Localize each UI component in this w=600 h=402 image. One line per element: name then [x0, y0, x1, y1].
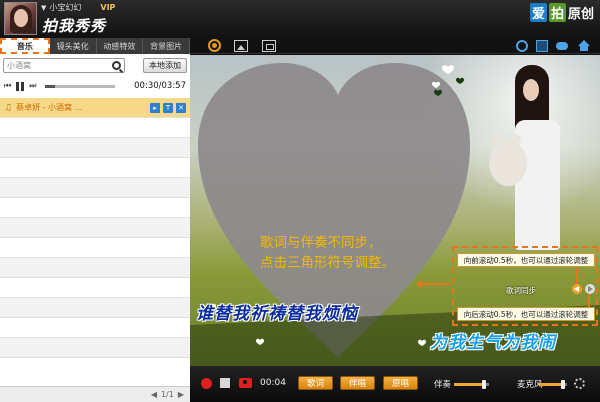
- local-add-button[interactable]: 本地添加: [143, 57, 187, 73]
- title-bar: ▼ 小宝幻幻 VIP 拍我秀秀 爱 拍 原创: [0, 0, 600, 38]
- stop-icon[interactable]: [220, 378, 230, 388]
- empty-row: [0, 218, 190, 238]
- annotation-line-1: 歌词与伴奏不同步，: [260, 235, 382, 251]
- watermark-part2: 拍: [548, 3, 566, 22]
- watermark-part1: 爱: [529, 3, 547, 22]
- accompaniment-volume-fill: [454, 383, 484, 386]
- mini-player: ⏮ ⏭ 00:30/03:57: [0, 76, 190, 96]
- annotation-arrow-head: [416, 280, 422, 288]
- lyric-sync-label: 歌词同步: [506, 286, 536, 295]
- page-next-icon[interactable]: ▶: [178, 390, 184, 399]
- empty-row: [0, 338, 190, 358]
- home-icon[interactable]: [578, 40, 590, 52]
- panel-tabs: 音乐 镜头美化 动感特效 背景图片: [0, 38, 190, 54]
- tooltip-backward: 向后滚动0.5秒，也可以通过滚轮调整: [457, 307, 595, 321]
- next-icon[interactable]: ⏭: [29, 81, 36, 91]
- sync-forward-button[interactable]: [585, 284, 595, 294]
- username: 小宝幻幻: [49, 3, 82, 12]
- empty-row: [0, 138, 190, 158]
- accompaniment-volume-label: 伴奏: [434, 380, 452, 390]
- lyrics-button[interactable]: 歌词: [298, 376, 333, 390]
- empty-row: [0, 258, 190, 278]
- lyric-sync-panel: 向前滚动0.5秒，也可以通过滚轮调整 歌词同步 向后滚动0.5秒，也可以通过滚轮…: [452, 246, 598, 326]
- frame-icon[interactable]: [262, 40, 276, 52]
- watermark-part3: 原创: [567, 7, 594, 22]
- search-input[interactable]: [4, 58, 104, 72]
- empty-row: [0, 158, 190, 178]
- empty-row: [0, 118, 190, 138]
- annotation-line-2: 点击三角形符号调整。: [260, 255, 395, 271]
- tab-background-image[interactable]: 背景图片: [143, 38, 190, 54]
- music-panel: 音乐 镜头美化 动感特效 背景图片 本地添加 ⏮ ⏭ 00:30/03:57 ♫…: [0, 38, 190, 402]
- watermark-logo: 爱 拍 原创: [529, 3, 594, 22]
- connector-line: [576, 268, 578, 284]
- microphone-volume-knob[interactable]: [560, 380, 565, 389]
- accompaniment-volume-slider[interactable]: [454, 380, 489, 389]
- photo-icon[interactable]: [234, 40, 248, 52]
- search-icon[interactable]: [112, 60, 121, 70]
- song-item[interactable]: ♫ 蔡卓妍 - 小酒窝 ... ▸ T ✕: [0, 98, 190, 118]
- chevron-down-icon[interactable]: ▼: [41, 4, 46, 12]
- empty-row: [0, 238, 190, 258]
- accompaniment-volume-knob[interactable]: [481, 380, 486, 389]
- tab-music[interactable]: 音乐: [0, 38, 50, 54]
- vip-badge: VIP: [100, 3, 116, 12]
- playback-time: 00:30/03:57: [134, 81, 186, 91]
- tooltip-forward: 向前滚动0.5秒，也可以通过滚轮调整: [457, 253, 595, 267]
- pagination: ◀ 1/1 ▶: [0, 386, 190, 402]
- webcam-icon[interactable]: [208, 39, 221, 52]
- empty-row: [0, 318, 190, 338]
- record-icon[interactable]: [201, 378, 212, 389]
- microphone-volume-fill: [539, 383, 563, 386]
- search-row: 本地添加: [0, 54, 190, 76]
- music-note-icon: ♫: [4, 102, 13, 113]
- tab-dynamic-effects[interactable]: 动感特效: [97, 38, 144, 54]
- song-play-icon[interactable]: ▸: [150, 102, 160, 113]
- girl-body: [515, 120, 560, 250]
- playback-progress[interactable]: [45, 84, 116, 88]
- gear-icon[interactable]: [574, 378, 585, 389]
- control-bar: 00:04 歌词 伴唱 原唱 伴奏 麦克风: [190, 366, 600, 402]
- playback-progress-fill: [45, 84, 55, 88]
- app-window: ▼ 小宝幻幻 VIP 拍我秀秀 爱 拍 原创 音乐 镜头美化 动感特效 背景图片…: [0, 0, 600, 402]
- sync-backward-button[interactable]: [572, 284, 582, 294]
- image-icon[interactable]: [536, 40, 548, 52]
- song-title: 蔡卓妍 - 小酒窝 ...: [16, 103, 83, 112]
- camera-icon[interactable]: [239, 378, 252, 388]
- app-title: 拍我秀秀: [42, 17, 107, 35]
- song-delete-icon[interactable]: ✕: [176, 102, 186, 113]
- lyric-line-1: 谁替我祈祷替我烦恼: [196, 304, 358, 324]
- connector-line: [588, 294, 590, 307]
- empty-row: [0, 278, 190, 298]
- video-preview: 歌词与伴奏不同步， 点击三角形符号调整。 谁替我祈祷替我烦恼 为我生气为我闹 向…: [190, 55, 600, 366]
- film-reel-icon[interactable]: [516, 40, 528, 52]
- tab-lens-beauty[interactable]: 镜头美化: [50, 38, 97, 54]
- empty-row: [0, 298, 190, 318]
- gamepad-icon[interactable]: [556, 42, 568, 50]
- pause-icon[interactable]: [16, 81, 25, 91]
- recording-time: 00:04: [260, 378, 286, 388]
- page-prev-icon[interactable]: ◀: [151, 390, 157, 399]
- search-box: [3, 57, 125, 73]
- microphone-volume-slider[interactable]: [539, 380, 567, 389]
- teddy-bear: [489, 134, 527, 186]
- lyric-line-2: 为我生气为我闹: [430, 333, 556, 353]
- song-lyrics-icon[interactable]: T: [163, 102, 173, 113]
- accompany-button[interactable]: 伴唱: [340, 376, 375, 390]
- view-toolbar: [190, 38, 600, 54]
- avatar-face: [14, 9, 28, 27]
- previous-icon[interactable]: ⏮: [4, 81, 11, 91]
- tutorial-annotation: 歌词与伴奏不同步， 点击三角形符号调整。: [260, 233, 395, 273]
- song-list: ♫ 蔡卓妍 - 小酒窝 ... ▸ T ✕: [0, 98, 190, 358]
- empty-row: [0, 198, 190, 218]
- original-vocal-button[interactable]: 原唱: [383, 376, 418, 390]
- girl-face: [523, 79, 539, 101]
- girl-figure: [489, 65, 585, 275]
- annotation-arrow: [420, 283, 450, 285]
- empty-row: [0, 178, 190, 198]
- page-indicator: 1/1: [160, 390, 174, 399]
- user-info[interactable]: ▼ 小宝幻幻 VIP: [41, 2, 115, 13]
- avatar[interactable]: [4, 2, 37, 35]
